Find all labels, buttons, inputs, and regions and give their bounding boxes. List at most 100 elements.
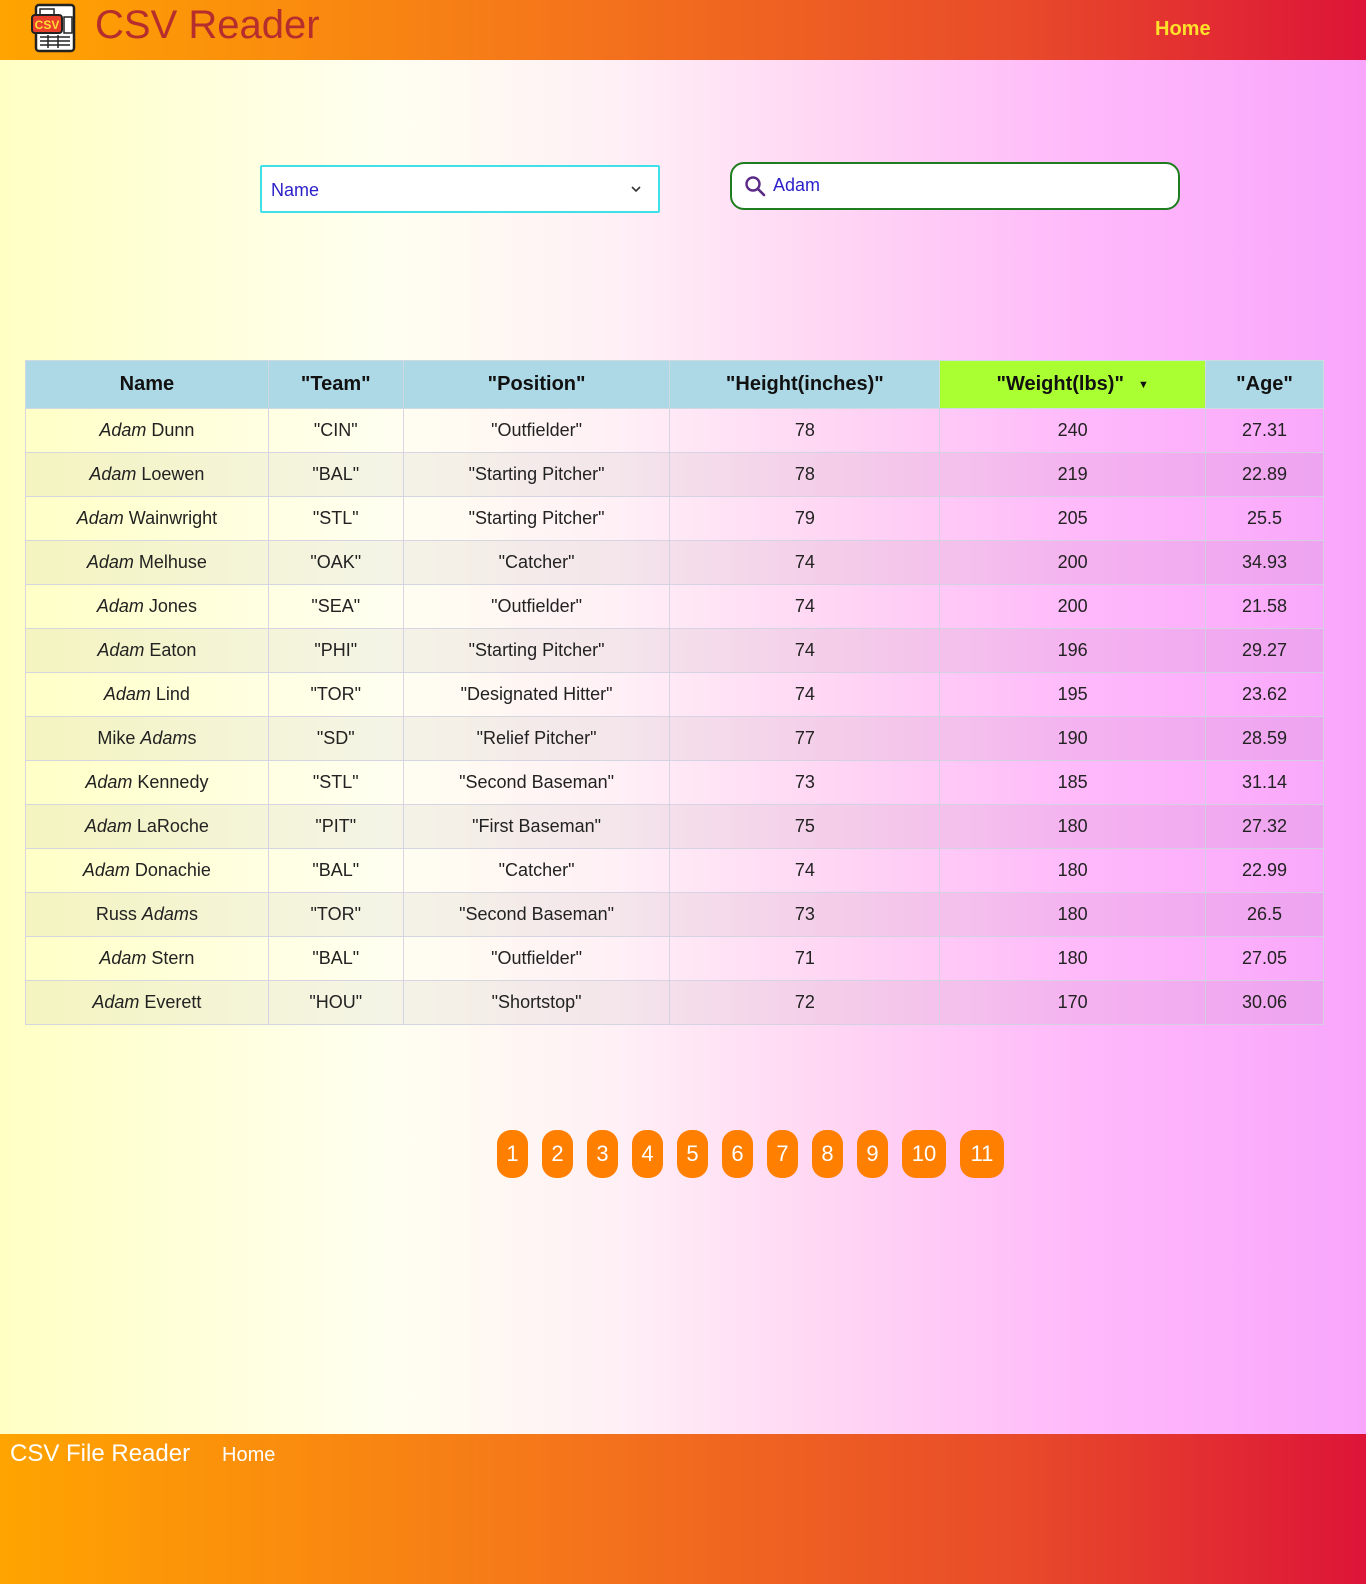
name-suffix: Donachie xyxy=(129,860,211,880)
search-input[interactable]: Adam xyxy=(730,162,1180,210)
table-row[interactable]: Adam Kennedy "STL" "Second Baseman" 73 185 31… xyxy=(25,760,1324,805)
name-match-highlight: Adam xyxy=(140,728,188,748)
page-button-7[interactable]: 7 xyxy=(767,1130,798,1178)
cell-name: Adam Stern xyxy=(25,936,269,981)
name-suffix: Kennedy xyxy=(132,772,209,792)
cell-height: 79 xyxy=(669,496,941,541)
table-row[interactable]: Adam Donachie "BAL" "Catcher" 74 180 22.99 xyxy=(25,848,1324,893)
column-header-team[interactable]: "Team" xyxy=(267,360,404,409)
cell-position: "Outfielder" xyxy=(402,408,671,453)
top-navbar: CSV CSV Reader Home xyxy=(0,0,1366,60)
column-header-label: "Weight(lbs)" xyxy=(996,373,1124,395)
name-match-highlight: Adam xyxy=(99,948,147,968)
table-row[interactable]: Adam LaRoche "PIT" "First Baseman" 75 180 27.… xyxy=(25,804,1324,849)
column-header-name[interactable]: Name xyxy=(25,360,269,409)
cell-weight: 205 xyxy=(939,496,1207,541)
cell-team: "BAL" xyxy=(267,452,404,497)
cell-team: "SD" xyxy=(267,716,404,761)
column-select-value: Name xyxy=(271,180,320,200)
cell-name: Adam Lind xyxy=(25,672,269,717)
table-row[interactable]: Russ Adams "TOR" "Second Baseman" 73 180 26.5 xyxy=(25,892,1324,937)
name-prefix: Mike xyxy=(97,728,141,748)
page-button-6[interactable]: 6 xyxy=(722,1130,753,1178)
column-header-position[interactable]: "Position" xyxy=(402,360,671,409)
name-match-highlight: Adam xyxy=(97,640,145,660)
table-row[interactable]: Adam Dunn "CIN" "Outfielder" 78 240 27.31 xyxy=(25,408,1324,453)
cell-height: 74 xyxy=(669,848,941,893)
cell-weight: 170 xyxy=(939,980,1207,1025)
table-body: Adam Dunn "CIN" "Outfielder" 78 240 27.31 Adam… xyxy=(25,408,1324,1025)
table-row[interactable]: Mike Adams "SD" "Relief Pitcher" 77 190 28.59 xyxy=(25,716,1324,761)
cell-age: 25.5 xyxy=(1205,496,1324,541)
cell-name: Adam Dunn xyxy=(25,408,269,453)
column-header-height[interactable]: "Height(inches)" xyxy=(669,360,941,409)
footer-home-link[interactable]: Home xyxy=(222,1444,275,1467)
cell-height: 78 xyxy=(669,408,941,453)
name-suffix: Eaton xyxy=(144,640,197,660)
cell-position: "Second Baseman" xyxy=(402,892,671,937)
name-match-highlight: Adam xyxy=(141,904,189,924)
cell-age: 31.14 xyxy=(1205,760,1324,805)
name-suffix: Dunn xyxy=(146,420,195,440)
table-row[interactable]: Adam Loewen "BAL" "Starting Pitcher" 78 219 2… xyxy=(25,452,1324,497)
cell-height: 72 xyxy=(669,980,941,1025)
cell-height: 77 xyxy=(669,716,941,761)
cell-weight: 190 xyxy=(939,716,1207,761)
cell-age: 28.59 xyxy=(1205,716,1324,761)
cell-position: "Second Baseman" xyxy=(402,760,671,805)
csv-file-icon[interactable]: CSV xyxy=(30,3,82,53)
table-row[interactable]: Adam Eaton "PHI" "Starting Pitcher" 74 196 29… xyxy=(25,628,1324,673)
cell-age: 22.89 xyxy=(1205,452,1324,497)
players-table: Name "Team" "Position" "Height(inches)" … xyxy=(25,360,1324,1025)
page-button-2[interactable]: 2 xyxy=(542,1130,573,1178)
cell-team: "PHI" xyxy=(267,628,404,673)
page-button-11[interactable]: 11 xyxy=(960,1130,1004,1178)
page-button-5[interactable]: 5 xyxy=(677,1130,708,1178)
cell-name: Adam Donachie xyxy=(25,848,269,893)
page-button-9[interactable]: 9 xyxy=(857,1130,888,1178)
cell-height: 78 xyxy=(669,452,941,497)
cell-position: "Outfielder" xyxy=(402,584,671,629)
name-match-highlight: Adam xyxy=(85,772,133,792)
cell-weight: 180 xyxy=(939,848,1207,893)
name-match-highlight: Adam xyxy=(103,684,151,704)
page-button-10[interactable]: 10 xyxy=(902,1130,946,1178)
name-match-highlight: Adam xyxy=(89,464,137,484)
name-match-highlight: Adam xyxy=(82,860,130,880)
cell-height: 74 xyxy=(669,672,941,717)
table-row[interactable]: Adam Wainwright "STL" "Starting Pitcher" 79… xyxy=(25,496,1324,541)
table-row[interactable]: Adam Stern "BAL" "Outfielder" 71 180 27.05 xyxy=(25,936,1324,981)
nav-home-link[interactable]: Home xyxy=(1155,18,1211,41)
page-button-3[interactable]: 3 xyxy=(587,1130,618,1178)
table-row[interactable]: Adam Everett "HOU" "Shortstop" 72 170 30.06 xyxy=(25,980,1324,1025)
name-suffix: s xyxy=(188,904,198,924)
cell-age: 30.06 xyxy=(1205,980,1324,1025)
page-button-8[interactable]: 8 xyxy=(812,1130,843,1178)
column-header-age[interactable]: "Age" xyxy=(1205,360,1324,409)
column-select[interactable]: Name xyxy=(260,165,660,213)
cell-team: "SEA" xyxy=(267,584,404,629)
table-row[interactable]: Adam Jones "SEA" "Outfielder" 74 200 21.58 xyxy=(25,584,1324,629)
cell-age: 34.93 xyxy=(1205,540,1324,585)
cell-team: "BAL" xyxy=(267,848,404,893)
table-row[interactable]: Adam Lind "TOR" "Designated Hitter" 74 195 23… xyxy=(25,672,1324,717)
page-button-4[interactable]: 4 xyxy=(632,1130,663,1178)
name-match-highlight: Adam xyxy=(84,816,132,836)
footer: CSV File Reader Home xyxy=(0,1434,1366,1584)
cell-height: 74 xyxy=(669,540,941,585)
cell-weight: 196 xyxy=(939,628,1207,673)
cell-age: 29.27 xyxy=(1205,628,1324,673)
table-row[interactable]: Adam Melhuse "OAK" "Catcher" 74 200 34.93 xyxy=(25,540,1324,585)
cell-weight: 180 xyxy=(939,892,1207,937)
cell-weight: 200 xyxy=(939,540,1207,585)
cell-team: "STL" xyxy=(267,760,404,805)
name-match-highlight: Adam xyxy=(96,596,144,616)
cell-team: "BAL" xyxy=(267,936,404,981)
cell-age: 26.5 xyxy=(1205,892,1324,937)
cell-age: 22.99 xyxy=(1205,848,1324,893)
name-suffix: Everett xyxy=(139,992,202,1012)
name-match-highlight: Adam xyxy=(92,992,140,1012)
page-button-1[interactable]: 1 xyxy=(497,1130,528,1178)
column-header-weight[interactable]: "Weight(lbs)" ▼ xyxy=(939,360,1207,409)
cell-weight: 180 xyxy=(939,936,1207,981)
